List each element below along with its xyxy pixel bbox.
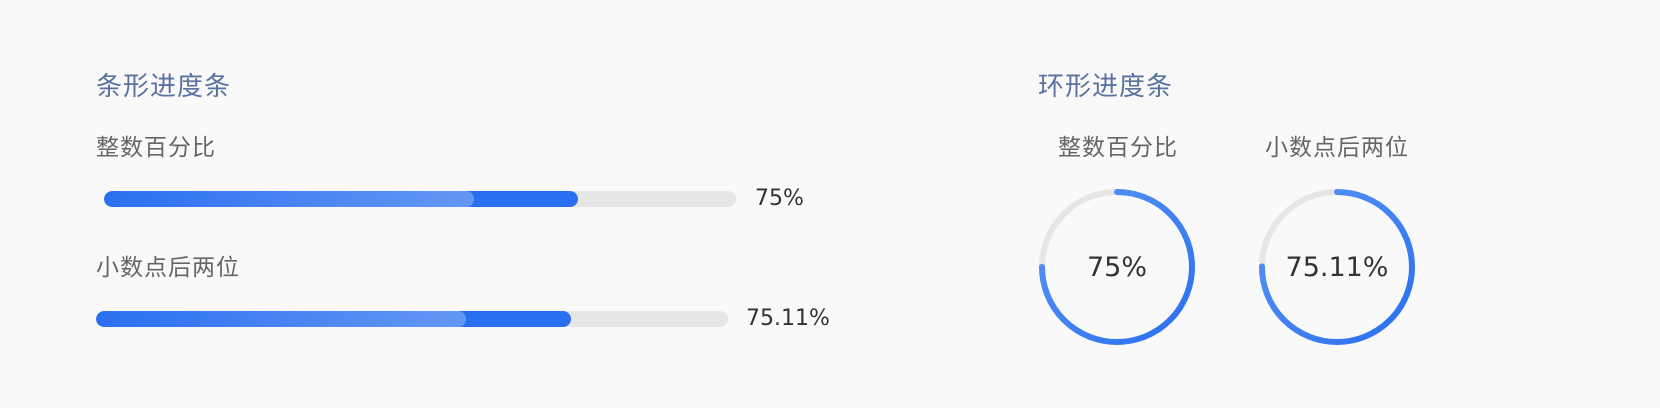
bar-decimal-value: 75.11% <box>746 306 830 331</box>
bar-decimal-label: 小数点后两位 <box>96 255 240 281</box>
ring-integer-value: 75% <box>1086 251 1147 283</box>
bar-integer-fill <box>104 191 578 207</box>
bar-integer-progress <box>104 191 736 207</box>
ring-integer-label: 整数百分比 <box>1058 135 1178 161</box>
ring-decimal-progress: 75.11% <box>1257 187 1417 347</box>
ring-integer-progress: 75% <box>1037 187 1197 347</box>
ring-section-title: 环形进度条 <box>1038 72 1174 102</box>
bar-decimal-fill <box>96 311 571 327</box>
bar-section-title: 条形进度条 <box>96 72 232 102</box>
bar-integer-label: 整数百分比 <box>96 135 216 161</box>
bar-decimal-progress <box>96 311 728 327</box>
ring-decimal-label: 小数点后两位 <box>1265 135 1409 161</box>
bar-integer-value: 75% <box>755 186 804 211</box>
ring-decimal-value: 75.11% <box>1285 251 1389 283</box>
